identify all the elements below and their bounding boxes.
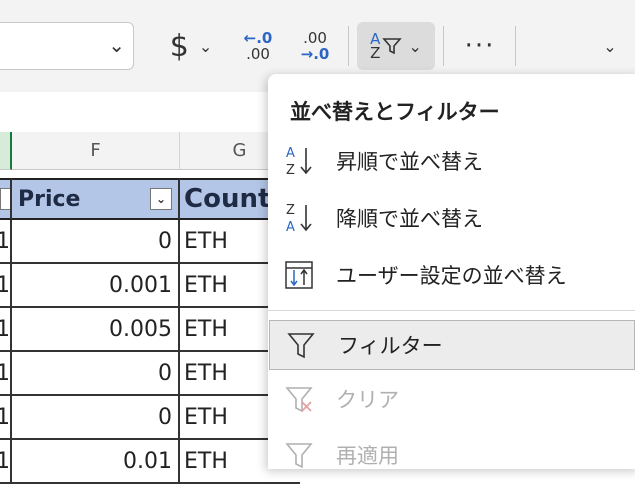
menu-item-label: ユーザー設定の並べ替え	[336, 264, 567, 288]
menu-item-reapply[interactable]: 再適用	[268, 430, 634, 480]
menu-item-label: 再適用	[336, 444, 399, 468]
sort-az-icon: A Z	[370, 32, 381, 62]
menu-item-label: 昇順で並べ替え	[336, 150, 483, 174]
column-header-e[interactable]	[0, 132, 12, 170]
cell-e[interactable]: 1	[0, 396, 12, 438]
table-row[interactable]: 10ETH	[0, 396, 300, 440]
menu-item-sort-descending[interactable]: Z A 降順で並べ替え	[268, 193, 634, 243]
cell-price[interactable]: 0.001	[12, 264, 180, 306]
cell-price[interactable]: 0.005	[12, 308, 180, 350]
increase-decimal-icon-top: ←.0	[243, 29, 273, 47]
sort-filter-button[interactable]: A Z ⌄	[357, 22, 435, 70]
cell-price[interactable]: 0.01	[12, 440, 180, 482]
funnel-icon	[382, 38, 403, 55]
table-row[interactable]: 10ETH	[0, 220, 300, 264]
clear-filter-icon	[284, 382, 314, 416]
table-header-cell-e[interactable]	[0, 178, 12, 220]
decrease-decimal-icon-top: .00	[303, 29, 327, 47]
reapply-filter-icon	[284, 438, 314, 472]
more-icon: ···	[464, 31, 496, 61]
cell-price[interactable]: 0	[12, 220, 180, 262]
more-options-button[interactable]: ···	[455, 22, 505, 70]
chevron-down-icon: ⌄	[408, 36, 422, 56]
menu-item-sort-ascending[interactable]: A Z 昇順で並べ替え	[268, 136, 634, 186]
dollar-icon: $	[169, 28, 189, 64]
chevron-down-icon: ⌄	[198, 36, 213, 56]
decrease-decimal-icon-bottom: →.0	[300, 45, 330, 63]
svg-text:A: A	[286, 146, 295, 161]
cell-e[interactable]: 1	[0, 264, 12, 306]
cell-e[interactable]: 1	[0, 352, 12, 394]
cell-price[interactable]: 0	[12, 352, 180, 394]
chevron-down-icon: ⌄	[603, 36, 617, 56]
decrease-decimal-button[interactable]: .00 →.0	[290, 22, 340, 70]
filter-dropdown-button[interactable]	[0, 188, 10, 210]
custom-sort-icon	[284, 258, 314, 292]
menu-item-clear[interactable]: クリア	[268, 374, 634, 424]
menu-item-label: フィルター	[338, 334, 443, 358]
ribbon-expand-button[interactable]: ⌄	[595, 22, 625, 70]
increase-decimal-icon-bottom: .00	[246, 45, 270, 63]
table-row[interactable]: 10.005ETH	[0, 308, 300, 352]
sort-filter-menu: 並べ替えとフィルター A Z 昇順で並べ替え Z A 降順で並べ替え ユーザー設…	[268, 74, 635, 469]
filter-dropdown-button[interactable]: ⌄	[150, 188, 172, 210]
menu-divider	[268, 310, 635, 311]
toolbar-divider	[515, 26, 516, 66]
menu-item-filter[interactable]: フィルター	[269, 320, 635, 370]
table-row[interactable]: 10ETH	[0, 352, 300, 396]
cell-price[interactable]: 0	[12, 396, 180, 438]
menu-item-label: クリア	[336, 388, 399, 412]
filter-icon	[286, 328, 316, 362]
cell-e[interactable]: 1	[0, 220, 12, 262]
svg-text:Z: Z	[286, 163, 295, 178]
svg-text:A: A	[286, 220, 295, 235]
column-header-f[interactable]: F	[12, 132, 180, 170]
table-row[interactable]: 10.001ETH	[0, 264, 300, 308]
sort-descending-icon: Z A	[284, 201, 314, 235]
cell-e[interactable]: 1	[0, 308, 12, 350]
cell-e[interactable]: 1	[0, 440, 12, 482]
menu-item-custom-sort[interactable]: ユーザー設定の並べ替え	[268, 250, 634, 300]
number-format-dropdown[interactable]: ⌄	[0, 22, 134, 70]
chevron-down-icon: ⌄	[108, 33, 125, 57]
sort-ascending-icon: A Z	[284, 144, 314, 178]
menu-item-label: 降順で並べ替え	[336, 207, 483, 231]
header-label-count: Count	[184, 184, 271, 214]
header-label-price: Price	[18, 186, 81, 212]
increase-decimal-button[interactable]: ←.0 .00	[236, 22, 280, 70]
toolbar-divider	[348, 26, 349, 66]
table-header-price[interactable]: Price ⌄	[12, 178, 180, 220]
chevron-down-icon: ⌄	[155, 192, 167, 206]
table-row[interactable]: 10.01ETH	[0, 440, 300, 484]
menu-title: 並べ替えとフィルター	[290, 100, 500, 124]
toolbar-divider	[443, 26, 444, 66]
accounting-format-button[interactable]: $ ⌄	[160, 22, 222, 70]
sort-icon-z: Z	[370, 44, 381, 62]
svg-text:Z: Z	[286, 203, 295, 218]
